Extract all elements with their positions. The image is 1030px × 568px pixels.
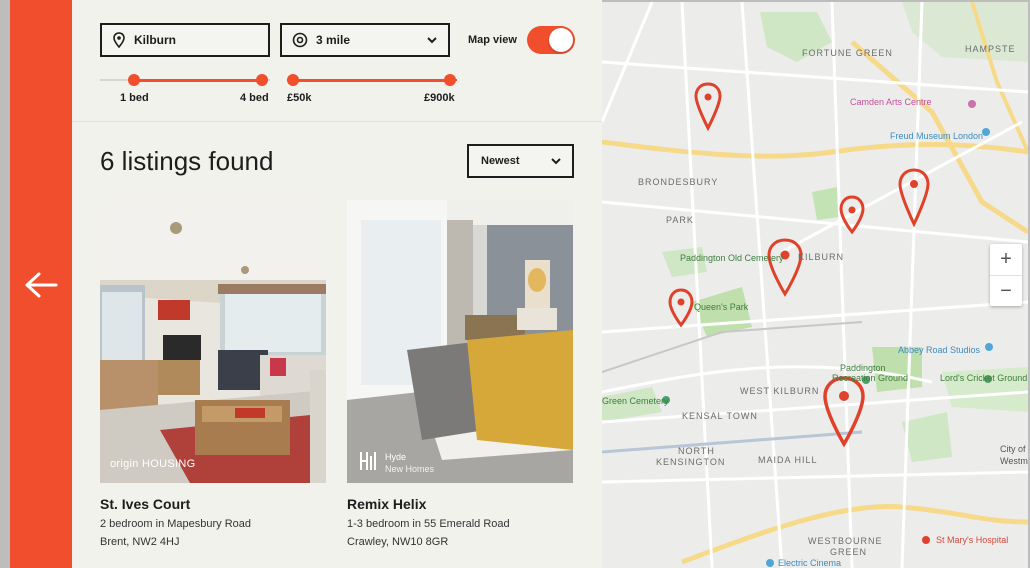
- listing-address: Crawley, NW10 8GR: [347, 536, 449, 548]
- map-label: GREEN: [830, 547, 868, 557]
- map-label: KENSAL TOWN: [682, 411, 758, 421]
- brand-logo: origin HOUSING: [110, 458, 196, 470]
- price-min-label: £50k: [287, 92, 312, 104]
- map-label: Lord's Cricket Ground: [940, 373, 1028, 383]
- radius-select[interactable]: 3 mile: [280, 23, 450, 57]
- slider-fill: [134, 79, 262, 82]
- map-label: Freud Museum London: [890, 131, 984, 141]
- listing-count: 6 listings found: [100, 146, 274, 176]
- map-label: WESTBOURNE: [808, 536, 883, 546]
- zoom-controls: + −: [990, 244, 1022, 306]
- listing-address: Brent, NW2 4HJ: [100, 536, 180, 548]
- map-label: MAIDA HILL: [758, 455, 818, 465]
- map-label: KILBURN: [798, 252, 845, 262]
- radius-value: 3 mile: [316, 33, 351, 47]
- map-view-toggle[interactable]: [527, 26, 575, 54]
- chevron-down-icon: [427, 37, 437, 44]
- map-label: Queen's Park: [694, 302, 749, 312]
- listing-panel: Kilburn 3 mile Map view 1 bed 4 bed £50k…: [72, 0, 602, 568]
- slider-fill: [293, 79, 451, 82]
- map-pin-icon: [113, 32, 125, 48]
- map-label: WEST KILBURN: [740, 386, 820, 396]
- price-min-handle[interactable]: [287, 74, 299, 86]
- location-value: Kilburn: [134, 33, 176, 47]
- price-max-label: £900k: [424, 92, 455, 104]
- map-label: Abbey Road Studios: [898, 345, 981, 355]
- chevron-down-icon: [551, 158, 561, 165]
- living-room-image: [100, 200, 326, 483]
- listing-photo[interactable]: origin HOUSING: [100, 200, 326, 483]
- map-label: Camden Arts Centre: [850, 97, 932, 107]
- map-label: Recreation Ground: [832, 373, 909, 383]
- listing-card[interactable]: Hyde New Homes Remix Helix 1-3 bedroom i…: [347, 200, 573, 548]
- listing-title[interactable]: St. Ives Court: [100, 496, 190, 512]
- map-label: NORTH: [678, 446, 715, 456]
- beds-min-handle[interactable]: [128, 74, 140, 86]
- sidebar: [10, 0, 72, 568]
- brand-subtitle: New Homes: [385, 464, 435, 474]
- map-label: FORTUNE GREEN: [802, 48, 893, 58]
- map-label: St Mary's Hospital: [936, 535, 1009, 545]
- arrow-left-icon[interactable]: [23, 270, 59, 300]
- map-view-label: Map view: [468, 34, 517, 46]
- filter-bar: Kilburn 3 mile Map view 1 bed 4 bed £50k…: [72, 0, 602, 122]
- hyde-logo-icon: [360, 452, 376, 470]
- sort-value: Newest: [481, 155, 520, 167]
- map-label: PARK: [666, 215, 694, 225]
- map-label: KENSINGTON: [656, 457, 726, 467]
- listing-details: 1-3 bedroom in 55 Emerald Road: [347, 518, 510, 530]
- map-view[interactable]: FORTUNE GREEN HAMPSTE Camden Arts Centre…: [602, 2, 1028, 568]
- price-max-handle[interactable]: [444, 74, 456, 86]
- beds-min-label: 1 bed: [120, 92, 149, 104]
- target-icon: [292, 32, 308, 48]
- zoom-in-button[interactable]: +: [990, 244, 1022, 275]
- beds-max-handle[interactable]: [256, 74, 268, 86]
- map-canvas: [602, 2, 1028, 568]
- map-label: Green Cemetery: [602, 396, 669, 406]
- beds-slider[interactable]: [100, 74, 270, 86]
- toggle-knob: [549, 28, 573, 52]
- map-label: City of: [1000, 444, 1026, 454]
- map-label: Paddington Old Cemetery: [680, 253, 784, 263]
- map-label: Westm: [1000, 456, 1028, 466]
- listing-photo[interactable]: Hyde New Homes: [347, 200, 573, 483]
- map-label: BRONDESBURY: [638, 177, 719, 187]
- sort-select[interactable]: Newest: [467, 144, 574, 178]
- location-input[interactable]: Kilburn: [100, 23, 270, 57]
- map-label: Electric Cinema: [778, 558, 842, 568]
- listing-card[interactable]: origin HOUSING St. Ives Court 2 bedroom …: [100, 200, 326, 548]
- listing-title[interactable]: Remix Helix: [347, 496, 426, 512]
- zoom-out-button[interactable]: −: [990, 276, 1022, 307]
- beds-max-label: 4 bed: [240, 92, 269, 104]
- brand-name: Hyde: [385, 452, 407, 462]
- price-slider[interactable]: [287, 74, 457, 86]
- map-label: HAMPSTE: [965, 44, 1016, 54]
- listing-details: 2 bedroom in Mapesbury Road: [100, 518, 252, 530]
- bedroom-image: [347, 200, 573, 483]
- map-label: Paddington: [840, 363, 886, 373]
